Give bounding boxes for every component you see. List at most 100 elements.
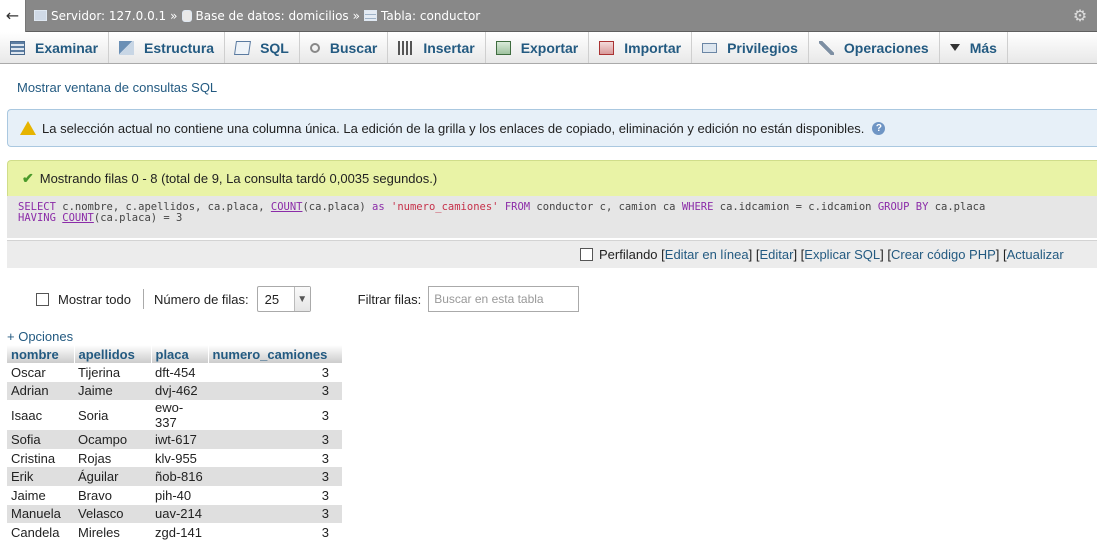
tab-operaciones[interactable]: Operaciones	[809, 32, 940, 63]
cell-numero-camiones: 3	[208, 467, 342, 486]
structure-icon	[119, 40, 135, 55]
edit-link[interactable]: Editar	[759, 247, 793, 262]
divider	[142, 289, 144, 309]
table-row: Erik Águilar ñob-816 3	[7, 467, 342, 486]
cell-nombre: Oscar	[7, 363, 74, 382]
cell-placa: ñob-816	[151, 467, 208, 486]
table-row: Candela Mireles zgd-141 3	[7, 523, 342, 542]
search-icon	[309, 42, 320, 53]
refresh-link[interactable]: Actualizar	[1007, 247, 1064, 262]
operations-icon	[818, 40, 834, 55]
profiling-bar: Perfilando [Editar en línea] [ Editar ] …	[7, 240, 1097, 268]
cell-apellidos: Soria	[74, 400, 151, 431]
cell-placa: zgd-141	[151, 523, 208, 542]
tab-buscar[interactable]: Buscar	[300, 32, 389, 63]
tab-sql[interactable]: SQL	[225, 32, 300, 63]
server-icon	[34, 10, 47, 21]
rows-per-page-select[interactable]: 25 ▼	[256, 286, 311, 312]
cell-numero-camiones: 3	[208, 430, 342, 449]
cell-nombre: Manuela	[7, 504, 74, 524]
cell-numero-camiones: 3	[208, 448, 342, 468]
explain-sql-link[interactable]: Explicar SQL	[804, 247, 880, 262]
filter-label: Filtrar filas:	[357, 291, 422, 307]
success-text: Mostrando filas 0 - 8 (total de 9, La co…	[39, 171, 438, 186]
breadcrumb-table-label: Tabla: conductor	[381, 8, 481, 23]
help-icon[interactable]: ?	[872, 121, 886, 135]
chevron-down-icon: ▼	[293, 287, 310, 311]
cell-numero-camiones: 3	[208, 485, 342, 505]
breadcrumb-database[interactable]: Base de datos: domicilios	[181, 8, 349, 23]
tab-label: Más	[969, 39, 997, 56]
edit-inline-link[interactable]: Editar en línea	[665, 247, 749, 262]
cell-apellidos: Mireles	[74, 523, 151, 542]
column-header-apellidos[interactable]: apellidos	[74, 345, 152, 363]
tab-label: Privilegios	[727, 39, 798, 56]
cell-nombre: Cristina	[7, 448, 74, 468]
privileges-icon	[702, 42, 718, 53]
success-message: ✔ Mostrando filas 0 - 8 (total de 9, La …	[7, 160, 1097, 196]
results-controls: Mostrar todo Número de filas: 25 ▼ Filtr…	[36, 285, 580, 313]
rows-per-page-value: 25	[264, 291, 280, 307]
cell-apellidos: Tijerina	[74, 363, 151, 382]
table-row: Manuela Velasco uav-214 3	[7, 504, 342, 524]
cell-apellidos: Bravo	[74, 485, 151, 505]
cell-nombre: Candela	[7, 523, 74, 542]
create-php-code-link[interactable]: Crear código PHP	[891, 247, 996, 262]
table-row: Adrian Jaime dvj-462 3	[7, 381, 342, 401]
tab-bar: Examinar Estructura SQL Buscar Insertar …	[0, 32, 1097, 64]
cell-placa: pih-40	[151, 485, 208, 505]
column-header-nombre[interactable]: nombre	[7, 345, 75, 363]
tab-mas[interactable]: Más	[940, 32, 1008, 63]
cell-placa: dvj-462	[151, 381, 208, 401]
tab-label: Examinar	[35, 39, 99, 56]
show-sql-window-link[interactable]: Mostrar ventana de consultas SQL	[17, 80, 217, 95]
tab-insertar[interactable]: Insertar	[388, 32, 486, 63]
cell-nombre: Erik	[7, 467, 74, 486]
options-link[interactable]: + Opciones	[7, 329, 73, 344]
profiling-checkbox[interactable]	[580, 248, 593, 261]
insert-icon	[398, 40, 414, 55]
gear-icon[interactable]: ⚙	[1071, 7, 1089, 25]
sql-query[interactable]: SELECT c.nombre, c.apellidos, ca.placa, …	[7, 196, 1097, 238]
results-table: nombre apellidos placa numero_camiones O…	[7, 345, 343, 542]
table-row: Sofia Ocampo iwt-617 3	[7, 430, 342, 449]
breadcrumb-server[interactable]: Servidor: 127.0.0.1	[34, 9, 166, 23]
table-row: Oscar Tijerina dft-454 3	[7, 363, 342, 382]
rows-label: Número de filas:	[153, 291, 249, 307]
column-header-placa[interactable]: placa	[151, 345, 209, 363]
export-icon	[495, 40, 511, 55]
show-all-checkbox[interactable]	[36, 292, 49, 306]
cell-apellidos: Ocampo	[74, 430, 151, 449]
tab-importar[interactable]: Importar	[589, 32, 693, 63]
breadcrumb-database-label: Base de datos: domicilios	[195, 8, 349, 23]
column-header-numero-camiones[interactable]: numero_camiones	[208, 345, 343, 363]
filter-rows-input[interactable]: Buscar en esta tabla	[428, 286, 580, 312]
back-arrow-icon[interactable]: ←	[0, 0, 26, 32]
cell-placa: dft-454	[151, 363, 208, 382]
tab-estructura[interactable]: Estructura	[109, 32, 226, 63]
database-icon	[181, 9, 192, 22]
breadcrumb-table[interactable]: Tabla: conductor	[364, 9, 480, 23]
show-all-label: Mostrar todo	[58, 291, 131, 307]
cell-numero-camiones: 3	[208, 363, 342, 382]
cell-placa: ewo-337	[151, 400, 208, 431]
check-icon: ✔	[22, 170, 34, 186]
warning-icon	[20, 121, 36, 135]
tab-examinar[interactable]: Examinar	[0, 32, 110, 63]
breadcrumb-bar: ← Servidor: 127.0.0.1 » Base de datos: d…	[0, 0, 1097, 32]
breadcrumb-separator: »	[170, 8, 178, 23]
tab-exportar[interactable]: Exportar	[486, 32, 590, 63]
cell-placa: klv-955	[151, 448, 208, 468]
table-row: Jaime Bravo pih-40 3	[7, 485, 342, 505]
profiling-label: Perfilando	[599, 247, 658, 262]
cell-nombre: Sofia	[7, 430, 74, 449]
table-icon	[364, 10, 378, 21]
tab-label: Buscar	[329, 39, 378, 56]
tab-label: Insertar	[423, 39, 475, 56]
cell-placa: uav-214	[151, 504, 208, 524]
tab-privilegios[interactable]: Privilegios	[692, 32, 809, 63]
table-header-row: nombre apellidos placa numero_camiones	[7, 345, 343, 363]
more-icon	[949, 44, 960, 51]
breadcrumb-server-label: Servidor: 127.0.0.1	[51, 8, 167, 23]
tab-label: SQL	[260, 39, 289, 56]
